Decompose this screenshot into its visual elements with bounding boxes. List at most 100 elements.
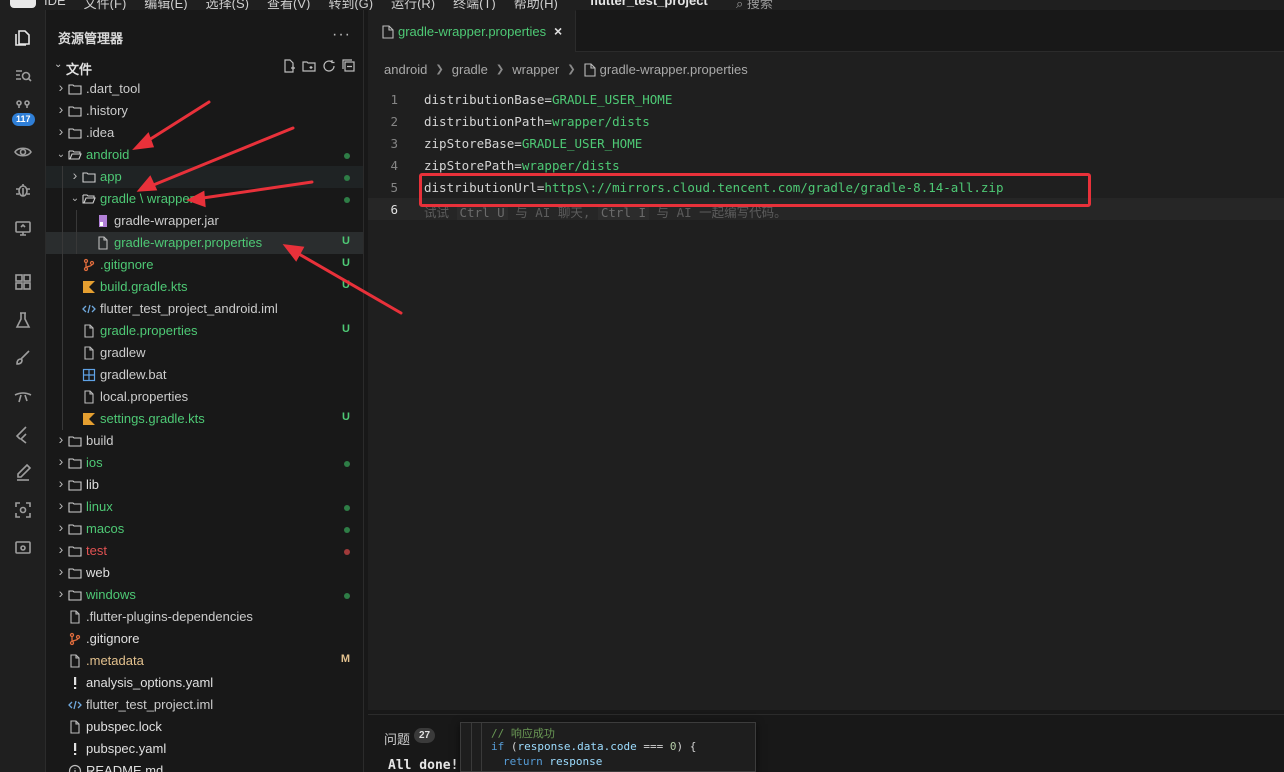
close-icon[interactable]: ×	[554, 23, 562, 39]
extensions-icon[interactable]	[9, 268, 37, 296]
tree-file[interactable]: .gitignore	[46, 628, 363, 650]
property-value: wrapper/dists	[521, 158, 620, 173]
refresh-icon[interactable]	[322, 59, 336, 73]
tree-item-label: gradle.properties	[100, 323, 198, 338]
property-key: zipStoreBase=	[424, 136, 522, 151]
info-icon	[68, 764, 82, 772]
tab-gradle-wrapper-properties[interactable]: gradle-wrapper.properties ×	[368, 10, 576, 52]
explorer-icon[interactable]	[9, 24, 37, 52]
tree-file[interactable]: README.md	[46, 760, 363, 772]
menu-item[interactable]: 文件(F)	[84, 0, 127, 10]
tree-item-label: .metadata	[86, 653, 144, 668]
menu-bar: IDE 文件(F) 编辑(E) 选择(S) 查看(V) 转到(G) 运行(R) 终端(T) 帮助…	[0, 0, 1284, 10]
git-status-badge: U	[342, 323, 350, 335]
tree-item-label: linux	[86, 499, 113, 514]
popup-code-line: return response	[503, 755, 603, 768]
kotlin-icon	[82, 280, 96, 294]
menu-item[interactable]: 帮助(H)	[514, 0, 558, 10]
tree-file[interactable]: analysis_options.yaml	[46, 672, 363, 694]
tree-file[interactable]: pubspec.lock	[46, 716, 363, 738]
breadcrumb-item[interactable]: gradle-wrapper.properties	[600, 62, 748, 77]
breadcrumb-item[interactable]: android	[384, 62, 427, 77]
tree-folder[interactable]: › linux	[46, 496, 363, 518]
preview-icon[interactable]	[9, 138, 37, 166]
tree-item-label: pubspec.lock	[86, 719, 162, 734]
workspace-header[interactable]: ⌄ 文件	[46, 55, 363, 77]
tree-item-label: local.properties	[100, 389, 189, 404]
search-box[interactable]: ⌕ 搜索	[736, 0, 773, 10]
menu-item[interactable]: IDE	[44, 0, 66, 10]
folder-icon	[68, 522, 82, 536]
tree-folder[interactable]: › lib	[46, 474, 363, 496]
tree-folder[interactable]: › .idea	[46, 122, 363, 144]
tree-folder[interactable]: › app	[46, 166, 363, 188]
tree-folder[interactable]: › .dart_tool	[46, 78, 363, 100]
folder-icon	[68, 434, 82, 448]
tree-folder[interactable]: › windows	[46, 584, 363, 606]
tree-file[interactable]: settings.gradle.kts U	[46, 408, 363, 430]
tree-item-label: README.md	[86, 763, 164, 772]
more-actions-icon[interactable]: ···	[332, 26, 351, 44]
tree-item-label: .gitignore	[86, 631, 140, 646]
terminal-output: All done!	[388, 758, 459, 772]
menu-item[interactable]: 终端(T)	[453, 0, 496, 10]
tree-item-label: settings.gradle.kts	[100, 411, 205, 426]
scan-icon[interactable]	[9, 496, 37, 524]
tree-folder[interactable]: › test	[46, 540, 363, 562]
folder-icon	[68, 478, 82, 492]
new-folder-icon[interactable]	[302, 59, 316, 73]
tree-file[interactable]: flutter_test_project_android.iml	[46, 298, 363, 320]
debug-icon[interactable]	[9, 176, 37, 204]
tree-file[interactable]: gradlew	[46, 342, 363, 364]
tab-bar: gradle-wrapper.properties ×	[368, 10, 1284, 52]
tree-file[interactable]: gradlew.bat	[46, 364, 363, 386]
tree-folder[interactable]: ⌄ android	[46, 144, 363, 166]
pen-icon[interactable]	[9, 458, 37, 486]
folder-icon	[68, 566, 82, 580]
shortcut-key: Ctrl I	[597, 205, 650, 220]
tree-file[interactable]: .metadata M	[46, 650, 363, 672]
breadcrumb-item[interactable]: gradle	[452, 62, 488, 77]
tree-item-label: windows	[86, 587, 136, 602]
tree-file[interactable]: local.properties	[46, 386, 363, 408]
tree-folder[interactable]: › build	[46, 430, 363, 452]
menu-item[interactable]: 选择(S)	[206, 0, 249, 10]
breadcrumb-item[interactable]: wrapper	[512, 62, 559, 77]
testing-icon[interactable]	[9, 306, 37, 334]
tree-file[interactable]: build.gradle.kts U	[46, 276, 363, 298]
tree-folder[interactable]: ⌄ gradle \ wrapper	[46, 188, 363, 210]
flutter-bird-icon[interactable]	[9, 382, 37, 410]
tree-folder[interactable]: › macos	[46, 518, 363, 540]
brush-icon[interactable]	[9, 344, 37, 372]
flutter-icon[interactable]	[9, 420, 37, 448]
inspect-icon[interactable]	[9, 534, 37, 562]
menu-item[interactable]: 编辑(E)	[144, 0, 187, 10]
tree-item-label: gradlew.bat	[100, 367, 167, 382]
xml-icon	[82, 302, 96, 316]
folder-icon	[68, 104, 82, 118]
tree-folder[interactable]: › web	[46, 562, 363, 584]
git-icon	[82, 258, 96, 272]
sidebar-title: 资源管理器	[58, 31, 124, 46]
tree-item-label: analysis_options.yaml	[86, 675, 214, 690]
remote-icon[interactable]	[9, 214, 37, 242]
tree-item-label: gradlew	[100, 345, 146, 360]
tree-file[interactable]: gradle-wrapper.properties U	[46, 232, 363, 254]
tree-folder[interactable]: › .history	[46, 100, 363, 122]
tree-file[interactable]: flutter_test_project.iml	[46, 694, 363, 716]
collapse-all-icon[interactable]	[342, 59, 356, 73]
tree-file[interactable]: gradle-wrapper.jar	[46, 210, 363, 232]
tree-file[interactable]: pubspec.yaml	[46, 738, 363, 760]
new-file-icon[interactable]	[282, 59, 296, 73]
tab-problems[interactable]: 问题	[384, 729, 410, 748]
tree-folder[interactable]: › ios	[46, 452, 363, 474]
menu-item[interactable]: 转到(G)	[328, 0, 373, 10]
search-icon[interactable]	[9, 62, 37, 90]
tree-file[interactable]: gradle.properties U	[46, 320, 363, 342]
menu-item[interactable]: 运行(R)	[391, 0, 435, 10]
file-icon	[82, 324, 96, 338]
menu-item[interactable]: 查看(V)	[267, 0, 310, 10]
tree-file[interactable]: .flutter-plugins-dependencies	[46, 606, 363, 628]
tree-item-label: .idea	[86, 125, 115, 140]
tree-file[interactable]: .gitignore U	[46, 254, 363, 276]
